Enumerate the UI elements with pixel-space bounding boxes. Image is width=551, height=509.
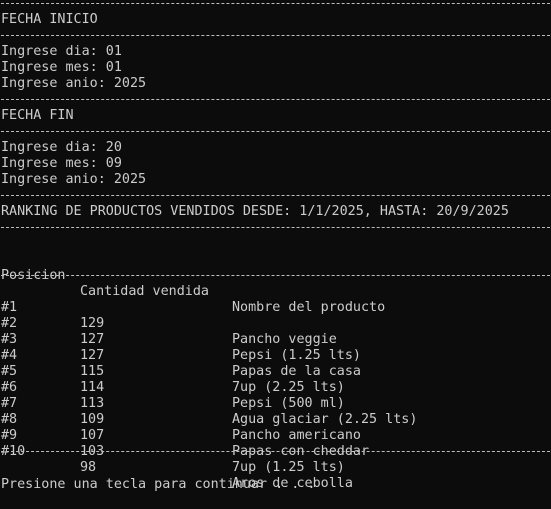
separator-line [1, 451, 550, 452]
separator-line [1, 35, 550, 36]
table-row: #3 127 Papas de la casa [1, 316, 550, 379]
ranking-table-header: Posicion Cantidad vendida Nombre del pro… [1, 252, 550, 315]
end-day-prompt: Ingrese dia: 20 [1, 140, 122, 155]
header-position: Posicion [1, 268, 66, 283]
table-row: #2 127 Pepsi (1.25 lts) [1, 300, 550, 363]
table-row: #10 98 Aros de cebolla [1, 428, 550, 491]
separator-line [1, 3, 550, 4]
start-date-title: FECHA INICIO [1, 12, 98, 27]
start-day-prompt: Ingrese dia: 01 [1, 44, 122, 59]
continue-prompt: Presione una tecla para continuar . . . [1, 477, 316, 492]
table-row: #9 103 7up (1.25 lts) [1, 412, 550, 475]
end-month-prompt: Ingrese mes: 09 [1, 156, 122, 171]
end-date-title: FECHA FIN [1, 108, 74, 123]
table-row: #8 107 Papas con cheddar [1, 396, 550, 459]
separator-line [1, 131, 550, 132]
table-row: #4 115 7up (2.25 lts) [1, 332, 550, 395]
table-row: #6 113 Agua glaciar (2.25 lts) [1, 364, 550, 427]
ranking-title: RANKING DE PRODUCTOS VENDIDOS DESDE: 1/1… [1, 204, 509, 219]
separator-line [1, 275, 550, 276]
row-product-name: Papas con cheddar [232, 444, 370, 459]
start-month-prompt: Ingrese mes: 01 [1, 60, 122, 75]
separator-line [1, 195, 550, 196]
table-row: #7 109 Pancho americano [1, 380, 550, 443]
separator-line [1, 99, 550, 100]
end-year-prompt: Ingrese anio: 2025 [1, 172, 147, 187]
separator-line [1, 227, 550, 228]
start-year-prompt: Ingrese anio: 2025 [1, 76, 147, 91]
row-position: #10 [1, 444, 26, 459]
row-product-name: 7up (1.25 lts) [232, 460, 345, 475]
console-window: FECHA INICIO Ingrese dia: 01 Ingrese mes… [0, 0, 551, 509]
table-row: #1 129 Pancho veggie [1, 284, 550, 347]
table-row: #5 114 Pepsi (500 ml) [1, 348, 550, 411]
row-quantity: 98 [80, 460, 97, 475]
row-quantity: 103 [80, 444, 105, 459]
